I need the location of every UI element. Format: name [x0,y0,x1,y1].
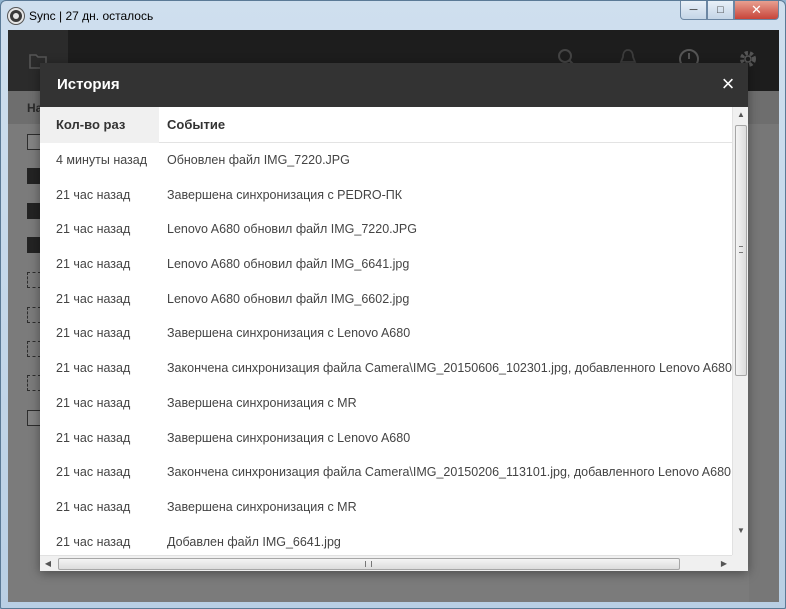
dialog-close-button[interactable]: × [718,73,738,95]
row-time: 21 час назад [56,326,131,341]
column-header-count[interactable]: Кол-во раз [40,107,159,143]
placeholder-file-icon[interactable] [27,272,41,288]
history-dialog: История × Кол-во раз Событие 4 минуты на… [40,63,748,571]
table-row[interactable]: 21 час назад Завершена синхронизация с PE… [40,178,732,213]
row-time: 21 час назад [56,222,131,237]
row-time: 21 час назад [56,291,131,306]
row-time: 21 час назад [56,395,131,410]
row-time: 4 минуты назад [56,153,148,167]
vertical-scrollbar[interactable]: ▲ ▼ [732,107,748,555]
image-file-icon[interactable] [27,168,41,184]
dialog-header: История × [40,63,748,107]
placeholder-file-icon[interactable] [27,341,41,357]
document-file-icon[interactable] [27,410,41,426]
table-row[interactable]: 21 час назад Завершена синхронизация с Le… [40,316,732,351]
row-event: Закончена синхронизация файла Camera\IMG… [167,361,732,376]
horizontal-scroll-thumb[interactable] [58,558,680,570]
image-file-icon[interactable] [27,237,41,253]
row-event: Lenovo A680 обновил файл IMG_6641.jpg [167,257,410,272]
row-time: 21 час назад [56,361,131,376]
row-event: Lenovo A680 обновил файл IMG_6602.jpg [167,291,410,306]
minimize-button[interactable]: ─ [680,1,707,20]
app-window: Sync | 27 дн. осталось ─ □ ✕ На История … [0,0,786,609]
row-event: Завершена синхронизация с Lenovo A680 [167,430,411,445]
table-row[interactable]: 21 час назад Закончена синхронизация файл… [40,455,732,490]
table-row[interactable]: 21 час назад Добавлен файл IMG_6641.jpg [40,525,732,555]
row-event: Завершена синхронизация с PEDRO-ПК [167,187,403,202]
row-event: Завершена синхронизация с MR [167,395,357,410]
table-header: Кол-во раз Событие [40,107,732,143]
row-event: Завершена синхронизация с MR [167,499,357,514]
row-event: Lenovo A680 обновил файл IMG_7220.JPG [167,222,417,237]
table-row[interactable]: 21 час назад Завершена синхронизация с MR [40,386,732,421]
placeholder-file-icon[interactable] [27,307,41,323]
table-row[interactable]: 21 час назад Завершена синхронизация с MR [40,490,732,525]
dialog-title: История [57,76,120,93]
table-body: 4 минуты назад Обновлен файл IMG_7220.JPG… [40,143,732,555]
scroll-grip-icon [365,561,372,567]
window-title: Sync | 27 дн. осталось [29,9,154,23]
column-header-event[interactable]: Событие [167,107,225,143]
history-table: Кол-во раз Событие 4 минуты назад Обновле… [40,107,732,555]
table-row[interactable]: 21 час назад Lenovo A680 обновил файл IMG… [40,282,732,317]
maximize-button[interactable]: □ [707,1,734,20]
scroll-grip-icon [739,246,743,253]
row-event: Закончена синхронизация файла Camera\IMG… [167,465,732,480]
row-time: 21 час назад [56,430,131,445]
table-row[interactable]: 21 час назад Завершена синхронизация с Le… [40,421,732,456]
scroll-right-arrow-icon[interactable]: ▶ [716,556,732,572]
table-row[interactable]: 21 час назад Lenovo A680 обновил файл IMG… [40,212,732,247]
scroll-up-arrow-icon[interactable]: ▲ [733,107,749,123]
image-file-icon[interactable] [27,203,41,219]
scrollbar-corner [732,555,748,571]
table-row[interactable]: 21 час назад Lenovo A680 обновил файл IMG… [40,247,732,282]
row-event: Обновлен файл IMG_7220.JPG [167,153,350,167]
row-event: Добавлен файл IMG_6641.jpg [167,534,341,549]
row-time: 21 час назад [56,534,131,549]
sync-app-icon [8,8,24,24]
scroll-down-arrow-icon[interactable]: ▼ [733,523,749,539]
horizontal-scrollbar[interactable]: ◀ ▶ [40,555,732,571]
window-titlebar[interactable]: Sync | 27 дн. осталось ─ □ ✕ [1,1,785,30]
table-row[interactable]: 4 минуты назад Обновлен файл IMG_7220.JPG [40,143,732,178]
file-icon[interactable] [27,134,41,150]
scroll-left-arrow-icon[interactable]: ◀ [40,556,56,572]
vertical-scroll-thumb[interactable] [735,125,747,376]
row-time: 21 час назад [56,187,131,202]
placeholder-file-icon[interactable] [27,375,41,391]
row-time: 21 час назад [56,257,131,272]
row-time: 21 час назад [56,499,131,514]
window-close-button[interactable]: ✕ [734,1,779,20]
app-right-panel [749,124,779,602]
row-time: 21 час назад [56,465,131,480]
window-controls: ─ □ ✕ [680,1,779,20]
table-row[interactable]: 21 час назад Закончена синхронизация файл… [40,351,732,386]
row-event: Завершена синхронизация с Lenovo A680 [167,326,411,341]
